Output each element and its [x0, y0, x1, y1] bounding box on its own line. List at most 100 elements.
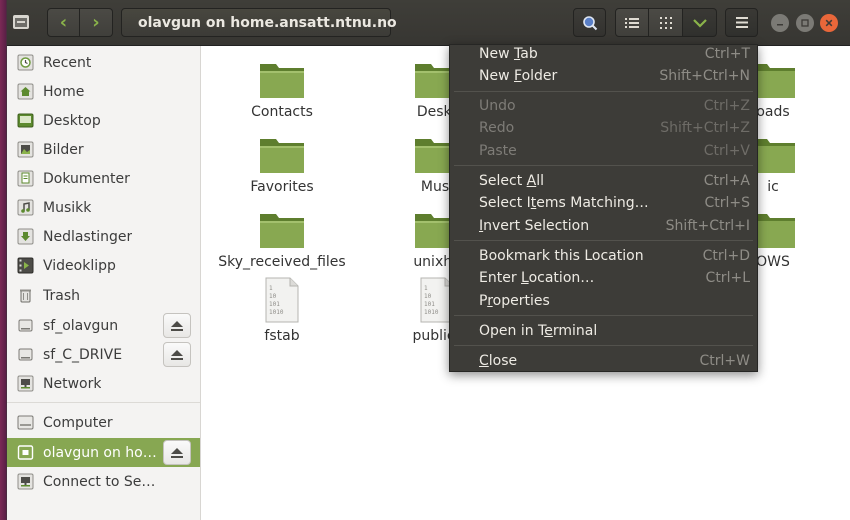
menu-item-select-all[interactable]: Select All Ctrl+A	[450, 170, 757, 192]
sidebar-item-label: Computer	[43, 414, 113, 431]
close-icon	[825, 19, 833, 27]
list-view-button[interactable]	[615, 8, 649, 37]
svg-text:101: 101	[424, 301, 435, 308]
sidebar-item-label: Recent	[43, 54, 92, 71]
sidebar-item-home[interactable]: Home	[7, 77, 200, 106]
context-menu: New Tab Ctrl+T New Folder Shift+Ctrl+N U…	[449, 44, 758, 372]
eject-icon	[171, 447, 183, 458]
downloads-icon	[17, 228, 34, 245]
file-label: Sky_received_files	[218, 254, 346, 270]
sidebar-item-trash[interactable]: Trash	[7, 281, 200, 310]
eject-button[interactable]	[163, 342, 191, 367]
menu-item-redo[interactable]: Redo Shift+Ctrl+Z	[450, 117, 757, 139]
menu-item-bookmark-location[interactable]: Bookmark this Location Ctrl+D	[450, 245, 757, 267]
menu-separator	[454, 91, 753, 92]
folder-icon	[260, 214, 304, 248]
menu-item-properties[interactable]: Properties	[450, 290, 757, 312]
forward-button[interactable]: ›	[80, 8, 113, 37]
shortcut-label: Ctrl+D	[702, 248, 750, 264]
sidebar-item-recent[interactable]: Recent	[7, 48, 200, 77]
shortcut-label: Shift+Ctrl+I	[665, 218, 750, 234]
sidebar-item-dokumenter[interactable]: Dokumenter	[7, 164, 200, 193]
search-button[interactable]	[573, 8, 606, 37]
close-button[interactable]	[820, 14, 838, 32]
maximize-icon	[801, 19, 809, 27]
file-label: oads	[756, 104, 790, 120]
sidebar-item-connect-server[interactable]: Connect to Server	[7, 467, 200, 496]
sidebar-item-network-share[interactable]: olavgun on ho…	[7, 438, 200, 467]
shortcut-label: Ctrl+T	[704, 46, 750, 62]
svg-text:1: 1	[424, 285, 428, 292]
svg-text:10: 10	[269, 293, 277, 300]
sidebar-item-bilder[interactable]: Bilder	[7, 135, 200, 164]
file-label: Contacts	[251, 104, 313, 120]
sidebar: Recent Home Desktop Bilder Dokumenter Mu…	[7, 46, 201, 520]
chevron-right-icon: ›	[92, 11, 100, 33]
grid-view-button[interactable]	[649, 8, 683, 37]
music-icon	[17, 199, 34, 216]
home-icon	[17, 83, 34, 100]
svg-text:1: 1	[269, 285, 273, 292]
shortcut-label: Ctrl+A	[703, 173, 750, 189]
file-item[interactable]: Contacts	[212, 60, 352, 120]
list-view-icon	[625, 17, 639, 28]
file-manager-window: ‹ › olavgun on home.ansatt.ntnu.no Recen…	[7, 0, 850, 520]
file-item[interactable]: Favorites	[212, 135, 352, 195]
shortcut-label: Ctrl+V	[703, 143, 750, 159]
file-item[interactable]: 1 10 101 1010 fstab	[212, 276, 352, 344]
sidebar-item-sf-c-drive[interactable]: sf_C_DRIVE	[7, 340, 200, 369]
folder-icon	[260, 64, 304, 98]
view-options-button[interactable]	[683, 8, 717, 37]
sidebar-item-label: Bilder	[43, 141, 84, 158]
back-button[interactable]: ‹	[47, 8, 80, 37]
hamburger-menu-button[interactable]	[725, 8, 758, 37]
sidebar-item-label: olavgun on ho…	[43, 444, 157, 461]
shortcut-label: Shift+Ctrl+N	[659, 68, 750, 84]
sidebar-item-label: sf_olavgun	[43, 317, 119, 334]
sidebar-item-videoklipp[interactable]: Videoklipp	[7, 251, 200, 280]
connect-server-icon	[17, 473, 34, 490]
sidebar-item-network[interactable]: Network	[7, 369, 200, 398]
menu-item-invert-selection[interactable]: Invert Selection Shift+Ctrl+I	[450, 215, 757, 237]
eject-button[interactable]	[163, 313, 191, 338]
sidebar-item-sf-olavgun[interactable]: sf_olavgun	[7, 311, 200, 340]
text-file-icon: 1 10 101 1010	[265, 277, 299, 323]
minimize-button[interactable]	[771, 14, 789, 32]
sidebar-item-computer[interactable]: Computer	[7, 408, 200, 437]
sidebar-item-musikk[interactable]: Musikk	[7, 193, 200, 222]
svg-text:1010: 1010	[424, 309, 439, 316]
path-label: olavgun on home.ansatt.ntnu.no	[138, 14, 397, 31]
menu-item-select-items-matching[interactable]: Select Items Matching… Ctrl+S	[450, 192, 757, 214]
menu-item-paste[interactable]: Paste Ctrl+V	[450, 140, 757, 162]
menu-item-new-folder[interactable]: New Folder Shift+Ctrl+N	[450, 65, 757, 87]
sidebar-item-desktop[interactable]: Desktop	[7, 106, 200, 135]
eject-button[interactable]	[163, 440, 191, 465]
menu-separator	[454, 345, 753, 346]
file-manager-app-icon	[13, 15, 29, 29]
sidebar-item-label: Desktop	[43, 112, 101, 129]
chevron-down-icon	[692, 18, 707, 28]
file-item[interactable]: Sky_received_files	[212, 210, 352, 270]
menu-item-new-tab[interactable]: New Tab Ctrl+T	[450, 43, 757, 65]
desktop-icon	[17, 113, 34, 128]
drive-icon	[18, 319, 33, 332]
sidebar-item-nedlastinger[interactable]: Nedlastinger	[7, 222, 200, 251]
menu-item-undo[interactable]: Undo Ctrl+Z	[450, 95, 757, 117]
sidebar-item-label: Network	[43, 375, 102, 392]
file-label: fstab	[264, 328, 300, 344]
svg-text:10: 10	[424, 293, 432, 300]
sidebar-item-label: sf_C_DRIVE	[43, 346, 123, 363]
menu-item-enter-location[interactable]: Enter Location… Ctrl+L	[450, 267, 757, 289]
minimize-icon	[777, 24, 783, 26]
menu-item-close[interactable]: Close Ctrl+W	[450, 350, 757, 372]
network-share-icon	[17, 445, 34, 460]
network-icon	[17, 375, 34, 392]
menu-separator	[454, 240, 753, 241]
maximize-button[interactable]	[796, 14, 814, 32]
path-bar-button[interactable]: olavgun on home.ansatt.ntnu.no	[121, 8, 397, 37]
computer-icon	[17, 415, 34, 430]
menu-item-open-in-terminal[interactable]: Open in Terminal	[450, 320, 757, 342]
sidebar-item-label: Home	[43, 83, 85, 100]
eject-icon	[171, 349, 183, 360]
folder-icon	[260, 139, 304, 173]
